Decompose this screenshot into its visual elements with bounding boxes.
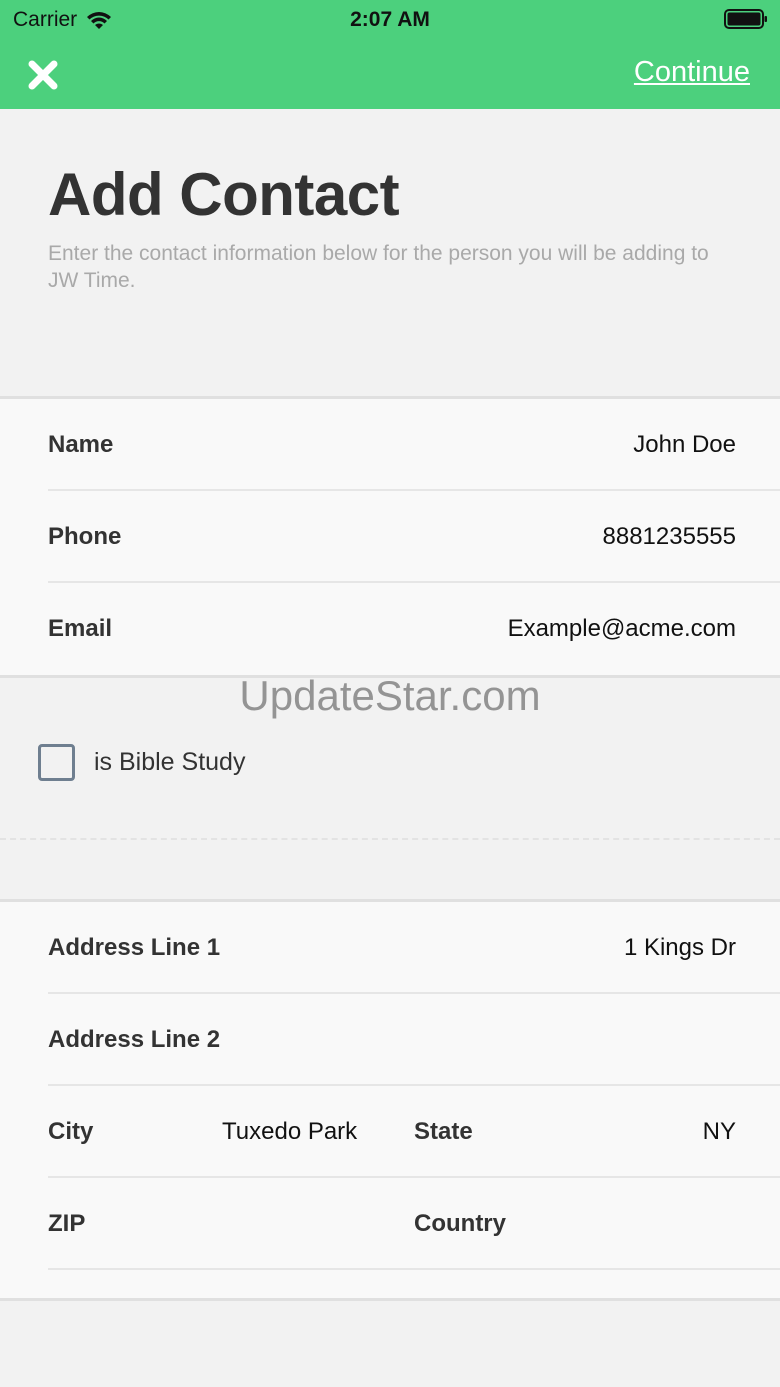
bible-study-checkbox[interactable]	[38, 744, 75, 781]
state-label: State	[414, 1118, 473, 1145]
page-subtitle: Enter the contact information below for …	[48, 242, 709, 292]
city-state-row[interactable]: City Tuxedo Park State NY	[0, 1086, 780, 1178]
address-line1-row[interactable]: Address Line 1 1 Kings Dr	[0, 902, 780, 994]
zip-country-row[interactable]: ZIP Country	[0, 1178, 780, 1270]
navigation-bar: Carrier 2:07 AM Continue	[0, 0, 780, 109]
continue-button[interactable]: Continue	[634, 56, 750, 89]
phone-row[interactable]: Phone 8881235555	[0, 491, 780, 583]
name-row[interactable]: Name John Doe	[0, 399, 780, 491]
address-line2-label: Address Line 2	[48, 1026, 221, 1053]
section-divider	[0, 838, 780, 840]
name-field[interactable]: John Doe	[633, 399, 736, 491]
watermark: UpdateStar.com	[239, 672, 541, 719]
address-card: Address Line 1 1 Kings Dr Address Line 2…	[0, 899, 780, 1301]
contact-card: Name John Doe Phone 8881235555 Email Exa…	[0, 396, 780, 678]
phone-label: Phone	[48, 523, 122, 550]
close-icon[interactable]	[26, 58, 60, 92]
page-title: Add Contact	[48, 161, 400, 228]
email-field[interactable]: Example@acme.com	[508, 583, 736, 675]
state-field[interactable]: NY	[703, 1086, 736, 1178]
card-padding	[0, 1270, 780, 1298]
phone-field[interactable]: 8881235555	[603, 491, 736, 583]
address-line2-row[interactable]: Address Line 2	[0, 994, 780, 1086]
address-line1-label: Address Line 1	[48, 934, 221, 961]
zip-label: ZIP	[48, 1210, 86, 1237]
country-label: Country	[414, 1210, 506, 1237]
city-field[interactable]: Tuxedo Park	[222, 1086, 357, 1178]
name-label: Name	[48, 431, 114, 458]
address-line1-field[interactable]: 1 Kings Dr	[624, 902, 736, 994]
email-row[interactable]: Email Example@acme.com	[0, 583, 780, 675]
status-time: 2:07 AM	[350, 8, 430, 31]
bible-study-label[interactable]: is Bible Study	[94, 744, 245, 780]
city-label: City	[48, 1118, 94, 1145]
battery-icon	[724, 9, 767, 29]
email-label: Email	[48, 615, 113, 642]
